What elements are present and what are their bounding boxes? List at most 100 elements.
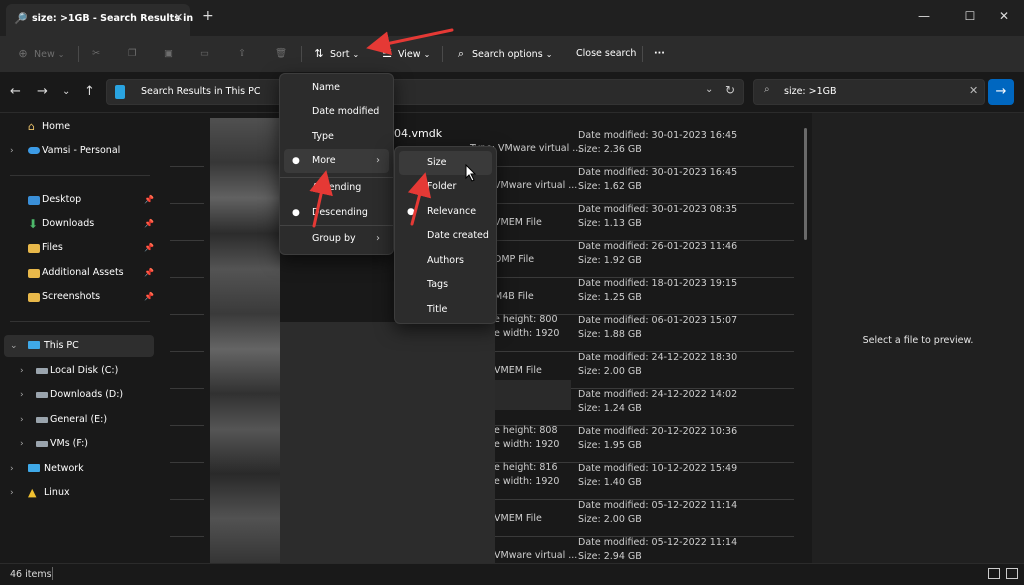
- sort-ascending[interactable]: Ascending: [284, 176, 389, 200]
- sidebar-item-local-disk-c[interactable]: › Local Disk (C:): [4, 360, 154, 382]
- file-date: Date modified: 05-12-2022 11:14: [578, 537, 738, 548]
- file-size: Size: 1.40 GB: [578, 477, 642, 488]
- pin-icon[interactable]: 📌: [144, 237, 154, 259]
- search-input[interactable]: size: >1GB: [784, 86, 837, 97]
- cloud-icon: [28, 147, 40, 154]
- refresh-icon[interactable]: ↻: [725, 83, 735, 97]
- forward-arrow-icon[interactable]: →: [37, 84, 48, 99]
- mouse-cursor-icon: [465, 164, 477, 182]
- new-button[interactable]: ⊕ New ⌄: [16, 44, 64, 64]
- sidebar-item-desktop[interactable]: Desktop 📌: [4, 189, 154, 211]
- sidebar-item-label: Screenshots: [42, 291, 101, 302]
- sidebar-item-network[interactable]: › Network: [4, 458, 154, 480]
- search-go-button[interactable]: →: [988, 79, 1014, 105]
- sort-by-type[interactable]: Type: [284, 125, 389, 149]
- sort-by-date-created[interactable]: Date created: [399, 224, 492, 248]
- sort-by-size[interactable]: Size: [399, 151, 492, 175]
- clear-search-icon[interactable]: ✕: [969, 84, 978, 97]
- file-type: e height: 808: [494, 425, 558, 436]
- sort-by-name[interactable]: Name: [284, 76, 389, 100]
- details-view-icon[interactable]: [988, 568, 1000, 579]
- more-options-button[interactable]: ···: [654, 44, 665, 64]
- pin-icon[interactable]: 📌: [144, 286, 154, 308]
- new-label: New: [34, 49, 55, 60]
- up-arrow-icon[interactable]: ↑: [84, 84, 95, 99]
- sort-by-authors[interactable]: Authors: [399, 249, 492, 273]
- sort-by-folder[interactable]: Folder: [399, 175, 492, 199]
- close-window-button[interactable]: ✕: [984, 4, 1024, 28]
- plus-circle-icon: ⊕: [18, 47, 28, 60]
- tab-search-results[interactable]: 🔎 size: >1GB - Search Results in ✕: [6, 4, 193, 36]
- share-icon[interactable]: ⇪: [238, 44, 246, 64]
- view-button[interactable]: ☰ View ⌄: [380, 44, 430, 64]
- toolbar-divider: [301, 46, 302, 62]
- sidebar-item-label: This PC: [44, 340, 79, 351]
- list-scrollbar[interactable]: [804, 128, 807, 240]
- address-dropdown-icon[interactable]: ⌄: [705, 84, 713, 95]
- redacted-file-type: [495, 380, 571, 410]
- copy-icon[interactable]: ❐: [128, 44, 137, 64]
- minimize-button[interactable]: —: [904, 4, 944, 28]
- sidebar-item-files[interactable]: Files 📌: [4, 237, 154, 259]
- pin-icon[interactable]: 📌: [144, 213, 154, 235]
- sidebar-item-label: Desktop: [42, 194, 82, 205]
- file-date: Date modified: 26-01-2023 11:46: [578, 241, 738, 252]
- close-search-button[interactable]: Close search: [576, 44, 636, 64]
- file-type: e height: 816: [494, 462, 558, 473]
- chevron-right-icon: ›: [20, 439, 24, 449]
- sort-more-submenu[interactable]: ● More ›: [284, 149, 389, 173]
- back-arrow-icon[interactable]: ←: [10, 84, 21, 99]
- download-icon: ⬇: [28, 217, 39, 231]
- sidebar-item-linux[interactable]: › ▲ Linux: [4, 482, 154, 504]
- folder-icon: [28, 244, 40, 253]
- delete-icon[interactable]: 🗑: [275, 44, 287, 64]
- recent-locations-chevron-icon[interactable]: ⌄: [62, 86, 70, 97]
- file-size: Size: 1.25 GB: [578, 292, 642, 303]
- chevron-right-icon: ›: [376, 233, 380, 244]
- sidebar-item-this-pc[interactable]: ⌄ This PC: [4, 335, 154, 357]
- sidebar-item-onedrive[interactable]: › Vamsi - Personal: [4, 140, 154, 162]
- file-type: e height: 800: [494, 314, 558, 325]
- cut-icon[interactable]: ✂: [92, 44, 100, 64]
- address-bar[interactable]: Search Results in This PC ⌄ ↻: [106, 79, 744, 105]
- computer-icon: [28, 341, 40, 349]
- sort-by-date-modified[interactable]: Date modified: [284, 100, 389, 124]
- sort-label: Sort: [330, 49, 350, 60]
- search-box[interactable]: ⌕ size: >1GB ✕: [753, 79, 985, 105]
- sort-by-title[interactable]: Title: [399, 298, 492, 322]
- tiles-view-icon[interactable]: [1006, 568, 1018, 579]
- menu-item-label: Date modified: [312, 106, 380, 117]
- sort-by-relevance[interactable]: ● Relevance: [399, 200, 492, 224]
- file-date: Date modified: 30-01-2023 16:45: [578, 167, 738, 178]
- magnifier-icon: 🔎: [14, 12, 28, 25]
- sidebar-item-vms-f[interactable]: › VMs (F:): [4, 433, 154, 455]
- penguin-icon: ▲: [28, 486, 37, 499]
- sidebar-item-downloads[interactable]: ⬇ Downloads 📌: [4, 213, 154, 235]
- tab-close-icon[interactable]: ✕: [174, 11, 183, 24]
- file-type: e width: 1920: [494, 328, 560, 339]
- file-type: DMP File: [494, 254, 535, 265]
- selected-bullet-icon: ●: [407, 207, 415, 217]
- menu-item-label: Tags: [427, 279, 449, 290]
- sidebar-item-label: Network: [44, 463, 84, 474]
- sidebar-item-general-e[interactable]: › General (E:): [4, 409, 154, 431]
- pin-icon[interactable]: 📌: [144, 262, 154, 284]
- sidebar-item-home[interactable]: ⌂ Home: [4, 116, 154, 138]
- sort-by-tags[interactable]: Tags: [399, 273, 492, 297]
- search-options-button[interactable]: ⌕ Search options ⌄: [454, 44, 552, 64]
- command-bar: ⊕ New ⌄ ✂ ❐ ▣ ▭ ⇪ 🗑 ⇅ Sort ⌄ ☰ View ⌄ ⌕ Sear…: [0, 36, 1024, 72]
- chevron-right-icon: ›: [10, 488, 14, 498]
- paste-icon[interactable]: ▣: [164, 44, 173, 64]
- sidebar-item-downloads-d[interactable]: › Downloads (D:): [4, 384, 154, 406]
- group-by-submenu[interactable]: Group by ›: [284, 227, 389, 251]
- sidebar-item-additional-assets[interactable]: Additional Assets 📌: [4, 262, 154, 284]
- home-icon: ⌂: [28, 120, 35, 133]
- new-tab-button[interactable]: +: [202, 8, 214, 24]
- menu-item-label: Title: [427, 304, 448, 315]
- item-count: 46 items: [10, 569, 52, 580]
- sort-descending[interactable]: ● Descending: [284, 201, 389, 225]
- sidebar-item-screenshots[interactable]: Screenshots 📌: [4, 286, 154, 308]
- sort-button[interactable]: ⇅ Sort ⌄: [312, 44, 359, 64]
- rename-icon[interactable]: ▭: [200, 44, 209, 64]
- pin-icon[interactable]: 📌: [144, 189, 154, 211]
